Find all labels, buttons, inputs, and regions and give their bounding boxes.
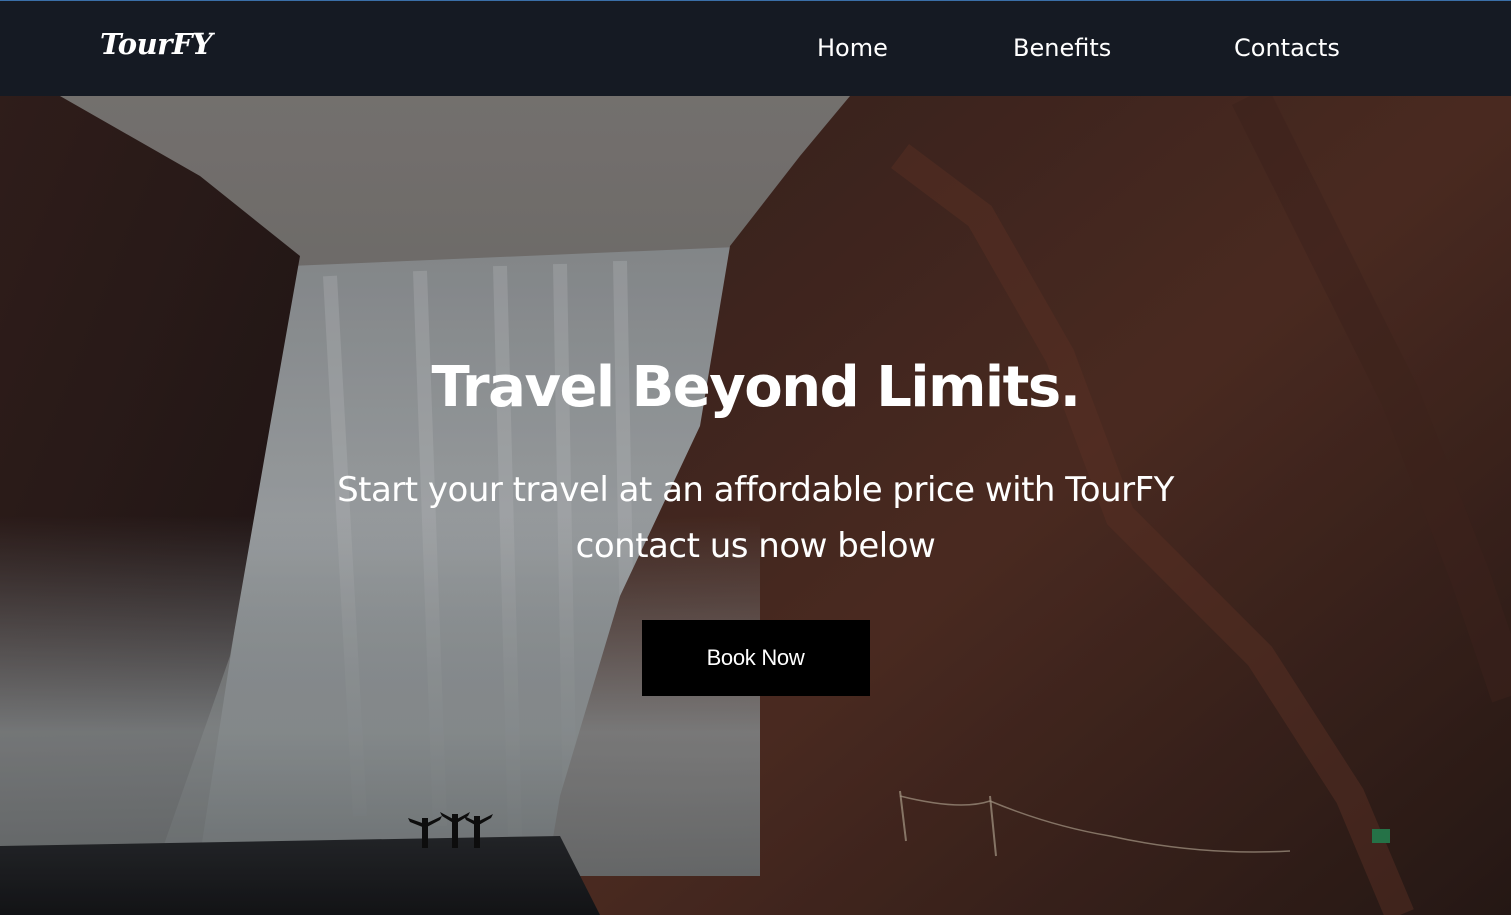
- book-now-button[interactable]: Book Now: [641, 620, 870, 696]
- navbar: TourFY Home Benefits Contacts: [0, 0, 1511, 96]
- nav-link-contacts[interactable]: Contacts: [1234, 34, 1340, 62]
- hero-section: Travel Beyond Limits. Start your travel …: [0, 96, 1511, 915]
- nav-link-home[interactable]: Home: [817, 34, 888, 62]
- logo[interactable]: TourFY: [100, 27, 213, 61]
- nav-link-benefits[interactable]: Benefits: [1013, 34, 1111, 62]
- hero-content: Travel Beyond Limits. Start your travel …: [0, 352, 1511, 696]
- hero-subtitle: Start your travel at an affordable price…: [337, 470, 1174, 566]
- hero-title: Travel Beyond Limits.: [431, 355, 1081, 420]
